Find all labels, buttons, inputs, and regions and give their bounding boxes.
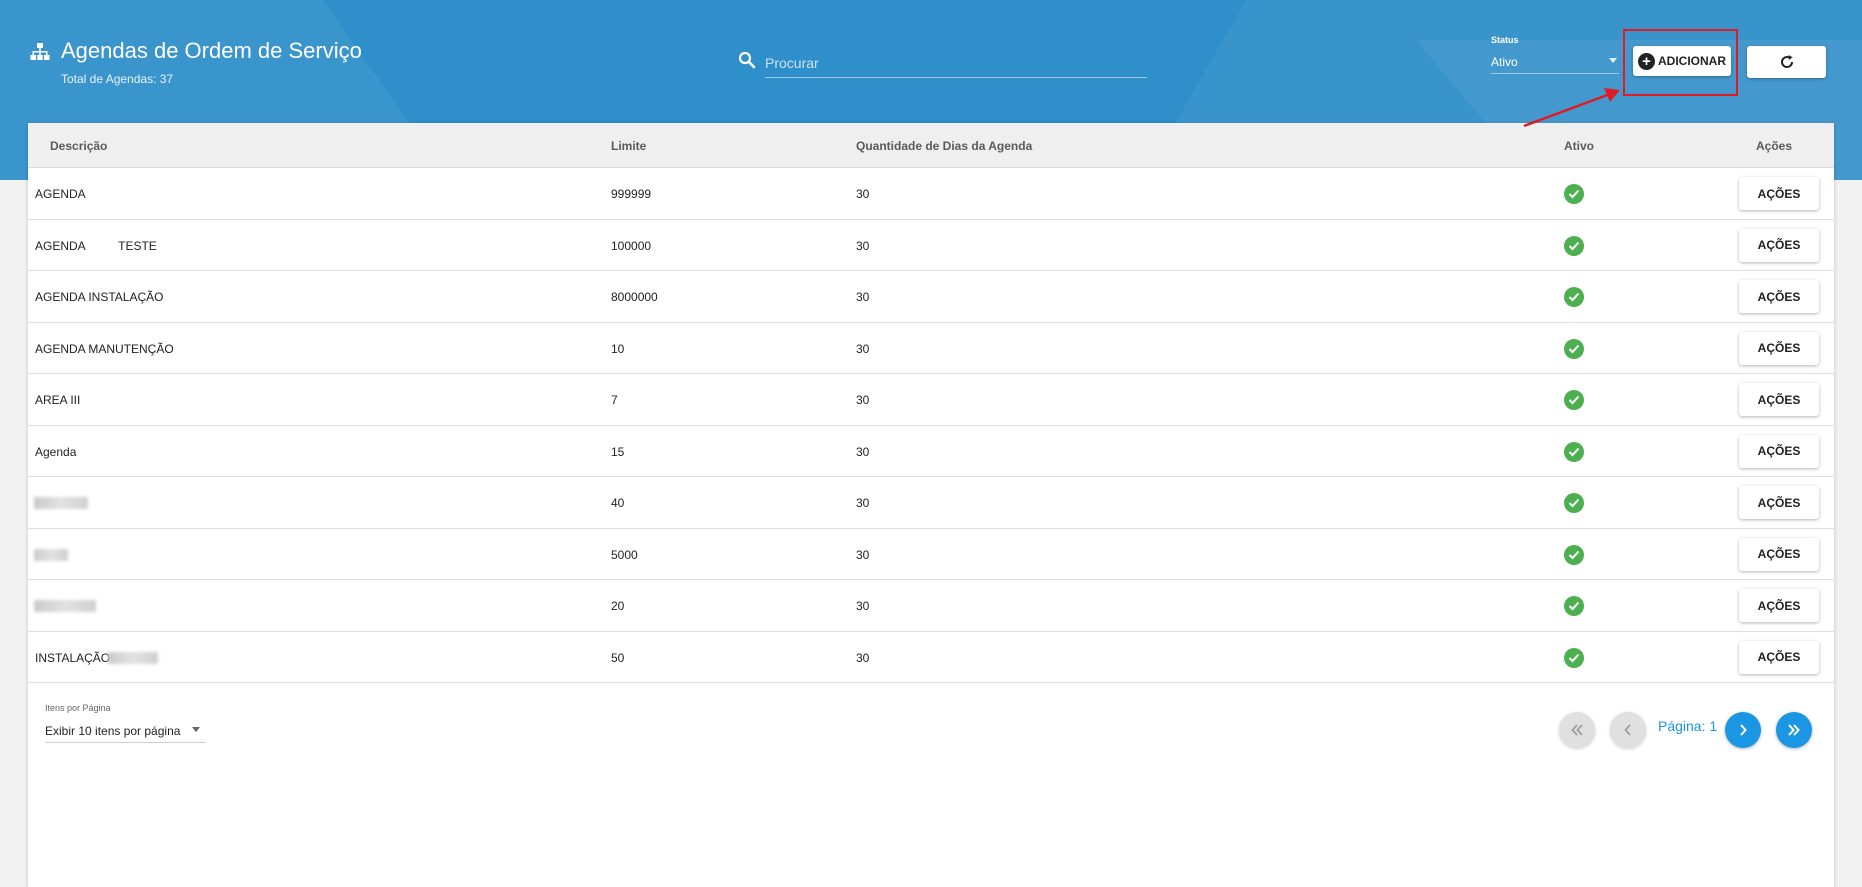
cell-dias: 30 bbox=[856, 599, 870, 613]
schedules-table-card: Descrição Limite Quantidade de Dias da A… bbox=[28, 123, 1834, 887]
actions-button[interactable]: AÇÕES bbox=[1739, 589, 1819, 622]
search-input[interactable] bbox=[765, 48, 1147, 78]
table-row: AREA III 7 30 AÇÕES bbox=[28, 374, 1834, 426]
check-circle-icon bbox=[1564, 441, 1584, 462]
cell-limite: 100000 bbox=[611, 238, 652, 253]
cell-limite: 15 bbox=[611, 444, 625, 459]
column-header-descricao[interactable]: Descrição bbox=[50, 139, 107, 153]
total-count: Total de Agendas: 37 bbox=[61, 72, 174, 86]
double-chevron-left-icon bbox=[1571, 724, 1583, 736]
check-circle-icon bbox=[1564, 493, 1584, 513]
check-circle-icon bbox=[1564, 287, 1584, 307]
check-circle-icon bbox=[1564, 184, 1584, 204]
chevron-down-icon bbox=[192, 727, 200, 732]
plus-circle-icon: + bbox=[1638, 52, 1655, 70]
check-circle-icon bbox=[1564, 596, 1584, 616]
table-row: AGENDA TESTE 100000 30 AÇÕES bbox=[28, 220, 1834, 271]
table-row: 5000 30 AÇÕES bbox=[28, 529, 1834, 580]
status-value: Ativo bbox=[1491, 55, 1518, 69]
table-row: AGENDA 999999 30 AÇÕES bbox=[28, 168, 1834, 220]
cell-descricao: AGENDA bbox=[35, 187, 86, 201]
cell-limite: 50 bbox=[611, 650, 625, 665]
chevron-left-icon bbox=[1624, 724, 1631, 736]
check-circle-icon bbox=[1564, 544, 1584, 565]
redacted-text bbox=[34, 548, 68, 561]
actions-button[interactable]: AÇÕES bbox=[1739, 537, 1819, 571]
table-body: AGENDA 999999 30 AÇÕES AGENDA TESTE 100000 30 A… bbox=[28, 168, 1834, 683]
cell-descricao: Agenda bbox=[35, 444, 77, 459]
check-circle-icon bbox=[1564, 235, 1584, 256]
table-row: AGENDA INSTALAÇÃO 8000000 30 AÇÕES bbox=[28, 271, 1834, 323]
redacted-text bbox=[108, 651, 158, 664]
cell-descricao: AGENDA INSTALAÇÃO bbox=[35, 290, 164, 304]
sitemap-icon bbox=[30, 43, 50, 60]
column-header-dias[interactable]: Quantidade de Dias da Agenda bbox=[856, 139, 1032, 153]
cell-descricao: INSTALAÇÃO bbox=[35, 650, 111, 665]
cell-limite: 40 bbox=[611, 496, 625, 510]
chevron-right-icon bbox=[1740, 724, 1747, 736]
actions-button[interactable]: AÇÕES bbox=[1739, 434, 1819, 468]
table-row: INSTALAÇÃO 50 30 AÇÕES bbox=[28, 632, 1834, 683]
previous-page-button[interactable] bbox=[1610, 712, 1646, 748]
search-icon bbox=[738, 51, 756, 69]
status-select[interactable]: Ativo bbox=[1491, 52, 1619, 74]
first-page-button[interactable] bbox=[1559, 712, 1595, 748]
check-circle-icon bbox=[1564, 338, 1584, 359]
page-indicator: Página: 1 bbox=[1658, 718, 1718, 734]
refresh-button[interactable] bbox=[1747, 46, 1826, 78]
actions-button[interactable]: AÇÕES bbox=[1739, 280, 1819, 313]
cell-dias: 30 bbox=[856, 444, 870, 459]
actions-button[interactable]: AÇÕES bbox=[1739, 640, 1819, 674]
table-row: 20 30 AÇÕES bbox=[28, 580, 1834, 632]
cell-dias: 30 bbox=[856, 341, 870, 356]
chevron-down-icon bbox=[1609, 58, 1617, 63]
cell-dias: 30 bbox=[856, 650, 870, 665]
last-page-button[interactable] bbox=[1776, 712, 1812, 748]
actions-button[interactable]: AÇÕES bbox=[1739, 177, 1819, 210]
actions-button[interactable]: AÇÕES bbox=[1739, 486, 1819, 519]
column-header-acoes: Ações bbox=[1756, 139, 1793, 153]
items-per-page-label: Itens por Página bbox=[45, 703, 111, 713]
items-per-page-value: Exibir 10 itens por página bbox=[45, 724, 181, 738]
cell-dias: 30 bbox=[856, 290, 870, 304]
table-row: AGENDA MANUTENÇÃO 10 30 AÇÕES bbox=[28, 323, 1834, 374]
cell-limite: 5000 bbox=[611, 547, 638, 562]
column-header-ativo[interactable]: Ativo bbox=[1564, 139, 1594, 153]
cell-dias: 30 bbox=[856, 496, 870, 510]
redacted-text bbox=[34, 497, 88, 509]
arrow-annotation bbox=[1523, 88, 1620, 128]
column-header-limite[interactable]: Limite bbox=[611, 139, 646, 153]
check-circle-icon bbox=[1564, 390, 1584, 410]
actions-button[interactable]: AÇÕES bbox=[1739, 228, 1819, 262]
status-label: Status bbox=[1491, 35, 1519, 45]
cell-limite: 7 bbox=[611, 393, 618, 407]
add-button[interactable]: + ADICIONAR bbox=[1633, 46, 1731, 76]
refresh-icon bbox=[1780, 55, 1793, 68]
check-circle-icon bbox=[1564, 647, 1584, 668]
cell-descricao: AREA III bbox=[35, 393, 81, 407]
cell-limite: 20 bbox=[611, 599, 625, 613]
cell-dias: 30 bbox=[856, 238, 870, 253]
cell-dias: 30 bbox=[856, 393, 870, 407]
double-chevron-right-icon bbox=[1788, 724, 1800, 736]
cell-limite: 8000000 bbox=[611, 290, 658, 304]
page-title: Agendas de Ordem de Serviço bbox=[61, 38, 362, 63]
actions-button[interactable]: AÇÕES bbox=[1739, 383, 1819, 416]
items-per-page-select[interactable]: Exibir 10 itens por página bbox=[45, 719, 206, 743]
cell-descricao: AGENDA TESTE bbox=[35, 238, 157, 253]
add-button-label: ADICIONAR bbox=[1658, 54, 1726, 68]
actions-button[interactable]: AÇÕES bbox=[1739, 331, 1819, 365]
cell-limite: 999999 bbox=[611, 187, 652, 201]
cell-dias: 30 bbox=[856, 547, 870, 562]
redacted-text bbox=[34, 600, 96, 612]
cell-limite: 10 bbox=[611, 341, 625, 356]
table-row: 40 30 AÇÕES bbox=[28, 477, 1834, 529]
next-page-button[interactable] bbox=[1725, 712, 1761, 748]
table-row: Agenda 15 30 AÇÕES bbox=[28, 426, 1834, 477]
cell-dias: 30 bbox=[856, 187, 870, 201]
cell-descricao: AGENDA MANUTENÇÃO bbox=[35, 341, 174, 356]
